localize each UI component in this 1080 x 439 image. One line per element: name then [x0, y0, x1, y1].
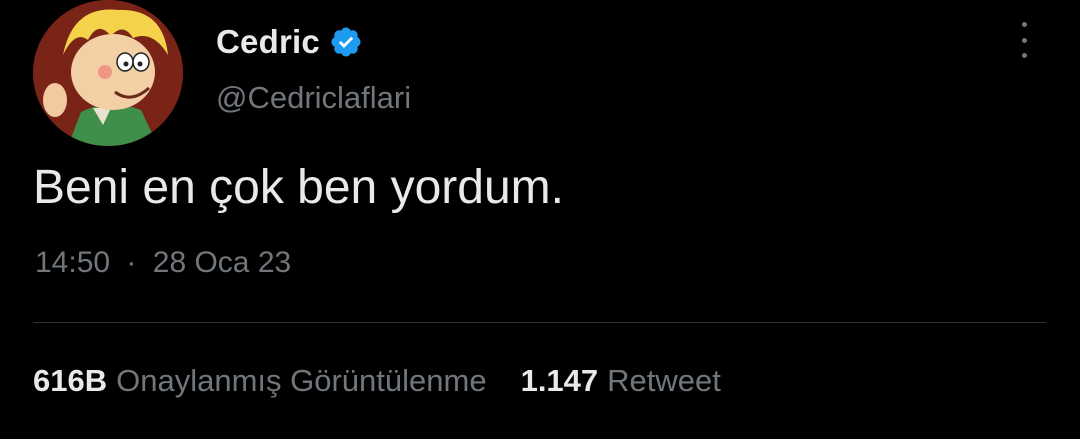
- more-options-icon[interactable]: [1010, 22, 1038, 58]
- retweets-label: Retweet: [607, 363, 721, 398]
- author-display-name[interactable]: Cedric: [216, 23, 320, 61]
- verified-badge-icon: [331, 27, 361, 57]
- retweets-stat[interactable]: 1.147 Retweet: [521, 363, 721, 399]
- author-handle[interactable]: @Cedriclaflari: [216, 80, 411, 116]
- tweet-stats: 616B Onaylanmış Görüntülenme 1.147 Retwe…: [33, 363, 721, 399]
- tweet-date[interactable]: 28 Oca 23: [153, 246, 291, 279]
- divider: [33, 322, 1046, 323]
- retweets-count: 1.147: [520, 363, 599, 398]
- tweet-text: Beni en çok ben yordum.: [33, 161, 564, 214]
- avatar[interactable]: [33, 0, 183, 146]
- views-count: 616B: [33, 363, 108, 398]
- tweet-timestamp[interactable]: 14:50 · 28 Oca 23: [35, 246, 291, 280]
- cartoon-boy-avatar-icon: [33, 0, 183, 146]
- author-name-row[interactable]: Cedric: [216, 20, 363, 64]
- views-label: Onaylanmış Görüntülenme: [116, 363, 487, 398]
- meta-separator: ·: [126, 246, 137, 279]
- views-stat[interactable]: 616B Onaylanmış Görüntülenme: [33, 363, 487, 399]
- tweet: Cedric @Cedriclaflari Beni en çok ben yo…: [0, 0, 1080, 439]
- tweet-time[interactable]: 14:50: [35, 246, 110, 279]
